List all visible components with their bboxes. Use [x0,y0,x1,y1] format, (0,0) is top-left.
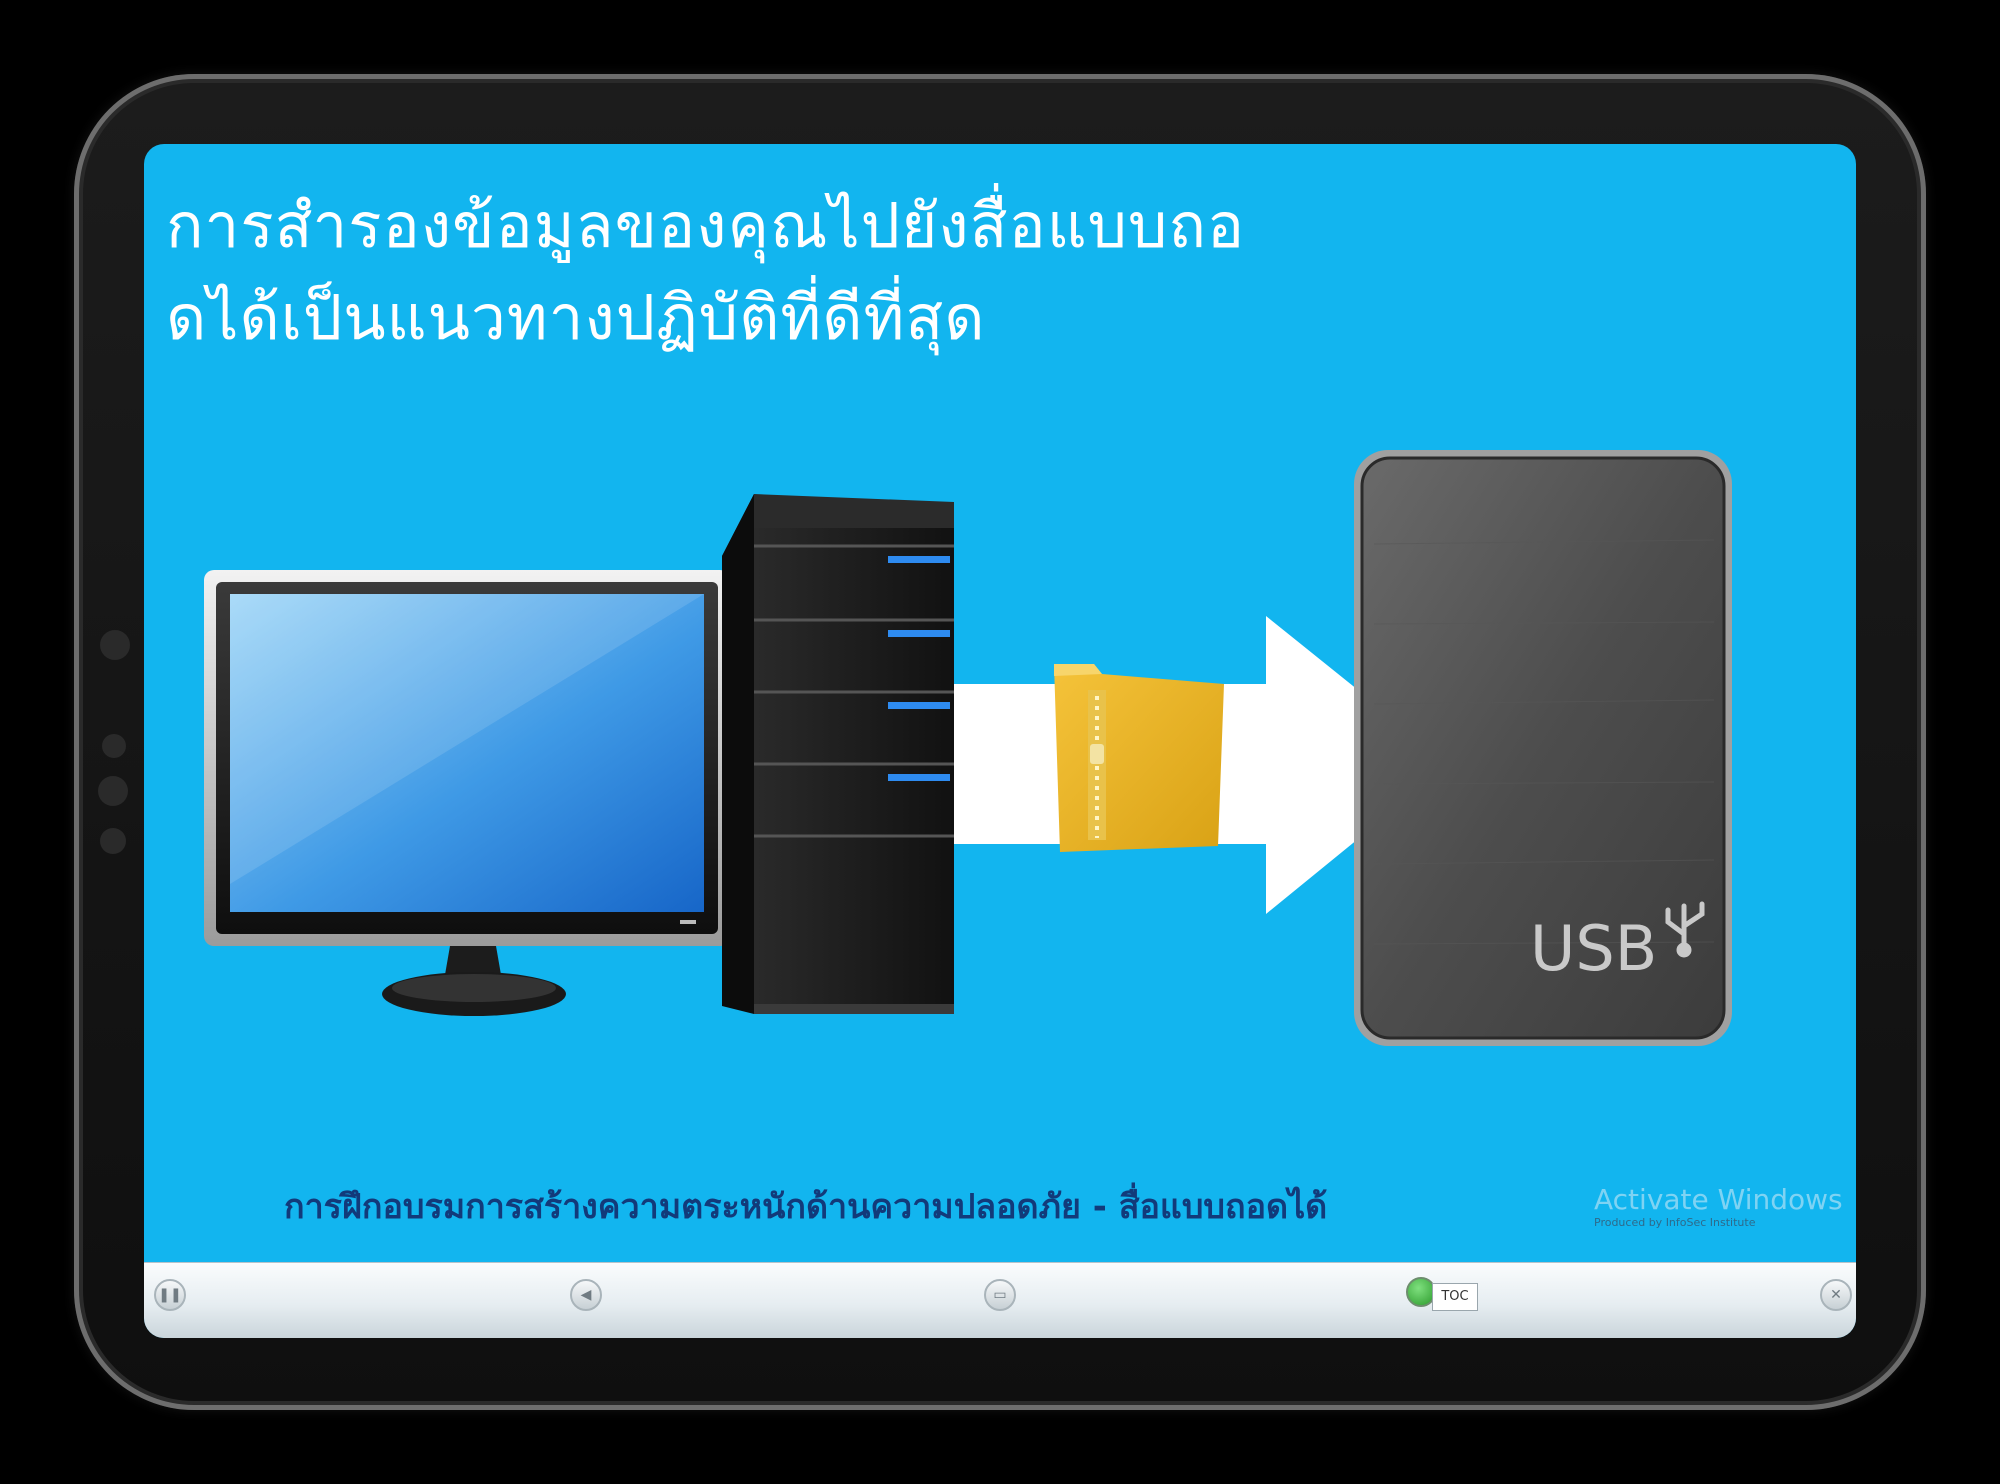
captions-icon: ▭ [993,1287,1007,1303]
captions-button[interactable]: ▭ [984,1279,1016,1311]
usb-drive-image: USB [1354,450,1732,1046]
volume-button[interactable]: ◀ [570,1279,602,1311]
player-toolbar: ❚❚ ◀ ▭ TOC ✕ [144,1262,1856,1338]
side-button [100,630,130,660]
side-button [100,828,126,854]
monitor-image [204,570,730,1016]
slide-illustration: USB [204,450,1732,1046]
slide-caption: การฝึกอบรมการสร้างความตระหนักด้านความปลอ… [284,1187,1328,1227]
close-button[interactable]: ✕ [1820,1279,1852,1311]
watermark-activate: Activate Windows [1594,1183,1843,1216]
toc-button[interactable]: TOC [1432,1283,1478,1311]
pause-button[interactable]: ❚❚ [154,1279,186,1311]
watermark: Activate Windows Produced by InfoSec Ins… [1594,1184,1856,1230]
zip-folder-icon [1054,664,1224,852]
watermark-producer: Produced by InfoSec Institute [1594,1216,1756,1229]
usb-label: USB [1530,912,1657,985]
pause-icon: ❚❚ [158,1287,182,1303]
side-button [98,776,128,806]
close-icon: ✕ [1830,1287,1842,1303]
computer-tower-image [722,494,954,1014]
volume-icon: ◀ [580,1287,592,1303]
side-button [102,734,126,758]
slide-screen: การสำรองข้อมูลของคุณไปยังสื่อแบบถอ ดได้เ… [144,144,1856,1338]
